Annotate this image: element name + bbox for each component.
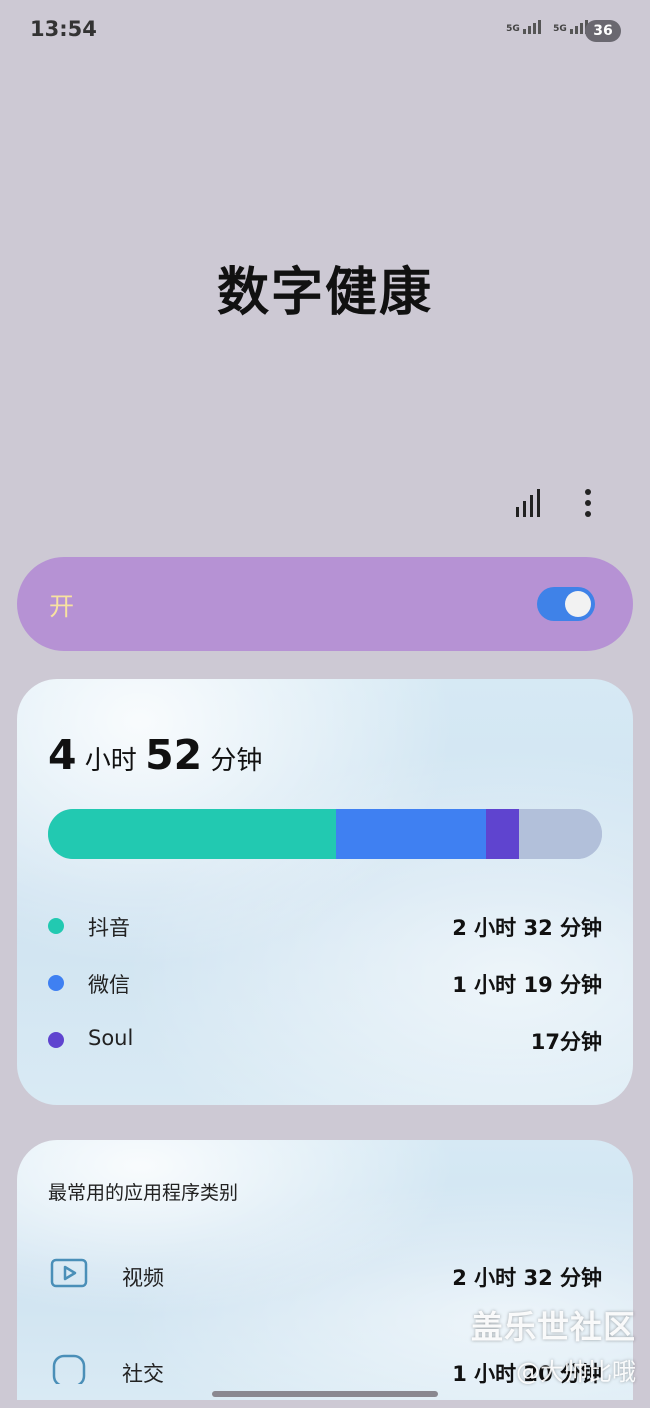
app-duration: 2 小时 32 分钟 <box>452 916 602 940</box>
app-color-dot <box>48 975 64 991</box>
total-hours: 4 <box>48 731 77 779</box>
usage-segment-抖音 <box>48 809 337 859</box>
category-name: 视频 <box>122 1266 164 1290</box>
app-color-dot <box>48 918 64 934</box>
app-duration: 17分钟 <box>530 1030 602 1054</box>
total-screen-time: 4 小时 52 分钟 <box>48 731 262 779</box>
watermark-author: @大帅比哦 <box>516 1358 636 1386</box>
status-time: 13:54 <box>30 17 97 41</box>
signal-icon-1: 5G <box>506 18 541 34</box>
more-options-button[interactable] <box>571 486 605 520</box>
app-name: 抖音 <box>88 916 130 940</box>
watermark: 盖乐世社区 @大帅比哦 <box>471 1302 636 1387</box>
stats-chart-button[interactable] <box>512 486 546 520</box>
app-color-dot <box>48 1032 64 1048</box>
watermark-community: 盖乐世社区 <box>470 1308 636 1346</box>
app-usage-row-soul[interactable]: Soul 17分钟 <box>48 1019 602 1059</box>
screen-time-card[interactable]: 4 小时 52 分钟 抖音 2 小时 32 分钟 微信 1 小时 19 分钟 S… <box>17 679 633 1105</box>
category-row-video[interactable]: 视频 2 小时 32 分钟 <box>48 1256 602 1300</box>
minutes-unit: 分钟 <box>210 746 263 776</box>
usage-segment-Soul <box>486 809 519 859</box>
app-name: 微信 <box>88 973 130 997</box>
categories-title: 最常用的应用程序类别 <box>48 1182 239 1204</box>
switch-knob <box>565 591 591 617</box>
home-indicator[interactable] <box>212 1391 438 1397</box>
digital-wellbeing-toggle-card[interactable]: 开 <box>17 557 633 651</box>
app-name: Soul <box>88 1026 134 1050</box>
battery-icon: 36 <box>585 20 621 42</box>
toggle-label: 开 <box>49 592 75 621</box>
toggle-switch[interactable] <box>537 587 595 621</box>
category-name: 社交 <box>122 1362 164 1386</box>
app-usage-row-douyin[interactable]: 抖音 2 小时 32 分钟 <box>48 905 602 945</box>
usage-segment-other <box>518 809 602 859</box>
app-usage-row-wechat[interactable]: 微信 1 小时 19 分钟 <box>48 962 602 1002</box>
category-duration: 2 小时 32 分钟 <box>452 1266 602 1290</box>
total-minutes: 52 <box>145 731 203 779</box>
signal-icon-2: 5G <box>553 18 588 34</box>
more-vertical-icon <box>585 489 591 517</box>
status-bar: 13:54 5G 5G 36 <box>0 0 650 62</box>
hours-unit: 小时 <box>84 746 137 776</box>
video-icon <box>50 1258 88 1288</box>
usage-breakdown-bar <box>48 809 602 859</box>
page-title: 数字健康 <box>216 263 433 323</box>
app-duration: 1 小时 19 分钟 <box>452 973 602 997</box>
bar-chart-icon <box>516 489 540 517</box>
chat-icon <box>52 1354 86 1384</box>
usage-segment-微信 <box>336 809 487 859</box>
